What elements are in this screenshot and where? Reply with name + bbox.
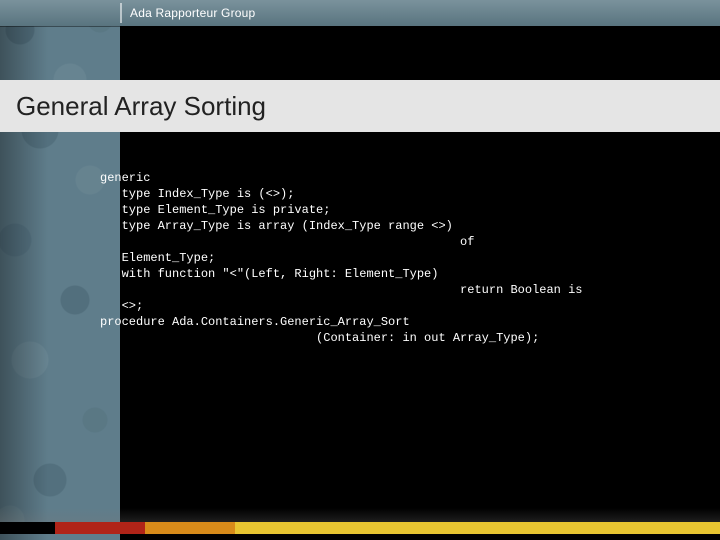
accent-yellow xyxy=(235,522,720,534)
code-line: type Element_Type is private; xyxy=(100,203,330,217)
header-divider xyxy=(120,3,122,23)
slide: Ada Rapporteur Group General Array Sorti… xyxy=(0,0,720,540)
bottom-shadow xyxy=(0,508,720,522)
code-line: of xyxy=(100,235,474,249)
accent-orange xyxy=(145,522,235,534)
page-title: General Array Sorting xyxy=(16,91,266,122)
header-title: Ada Rapporteur Group xyxy=(130,0,255,26)
accent-red xyxy=(55,522,145,534)
accent-black xyxy=(0,522,55,534)
code-block: generic type Index_Type is (<>); type El… xyxy=(100,170,700,346)
code-line: procedure Ada.Containers.Generic_Array_S… xyxy=(100,315,410,329)
title-band: General Array Sorting xyxy=(0,80,720,132)
header-bar: Ada Rapporteur Group xyxy=(0,0,720,26)
code-line: Element_Type; xyxy=(100,251,215,265)
code-line: type Index_Type is (<>); xyxy=(100,187,294,201)
accent-bar xyxy=(0,522,720,534)
code-line: type Array_Type is array (Index_Type ran… xyxy=(100,219,453,233)
code-line: (Container: in out Array_Type); xyxy=(100,331,539,345)
code-line: generic xyxy=(100,171,150,185)
code-line: return Boolean is xyxy=(100,283,582,297)
code-line: <>; xyxy=(100,299,143,313)
code-line: with function "<"(Left, Right: Element_T… xyxy=(100,267,438,281)
